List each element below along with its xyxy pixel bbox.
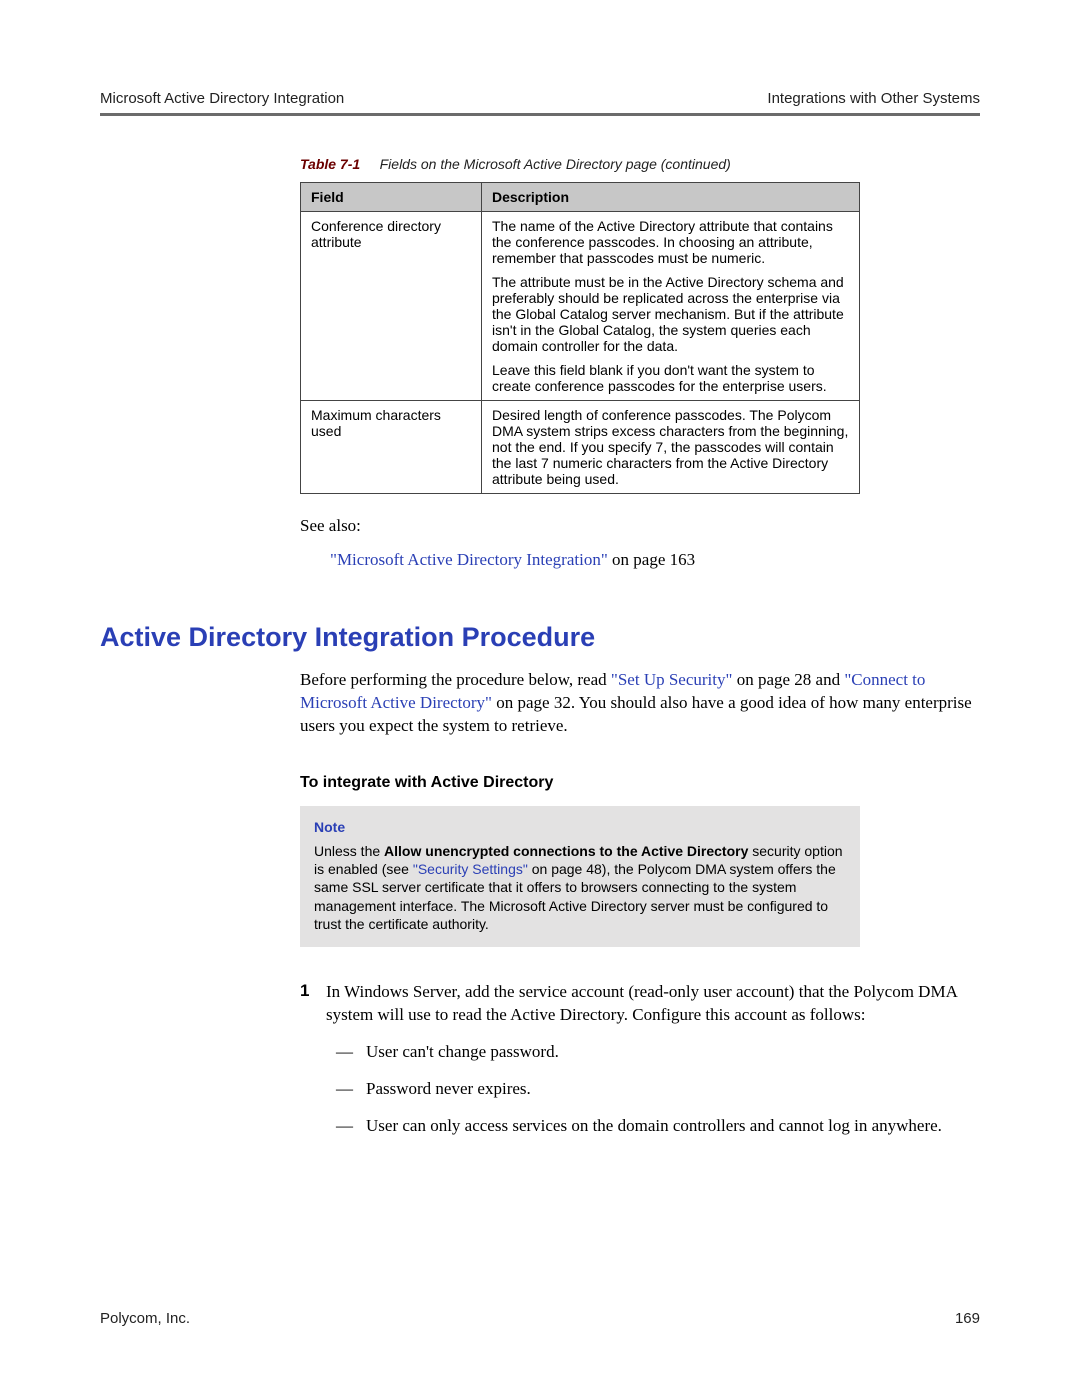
procedure-heading: To integrate with Active Directory bbox=[300, 774, 980, 792]
fields-table: Field Description Conference directory a… bbox=[300, 182, 860, 494]
page-number: 169 bbox=[955, 1310, 980, 1327]
dash-item: — User can't change password. bbox=[326, 1041, 980, 1064]
document-page: Microsoft Active Directory Integration I… bbox=[0, 0, 1080, 1397]
running-header: Microsoft Active Directory Integration I… bbox=[100, 90, 980, 107]
table-header-row: Field Description bbox=[301, 183, 860, 212]
text: Unless the bbox=[314, 843, 384, 859]
step-1: 1 In Windows Server, add the service acc… bbox=[300, 981, 980, 1152]
intro-paragraph: Before performing the procedure below, r… bbox=[300, 669, 980, 738]
table-caption-text: Fields on the Microsoft Active Directory… bbox=[380, 156, 731, 172]
th-description: Description bbox=[482, 183, 860, 212]
note-body: Unless the Allow unencrypted connections… bbox=[314, 842, 846, 933]
xref-suffix: on page 163 bbox=[608, 550, 695, 569]
cell-description: The name of the Active Directory attribu… bbox=[482, 212, 860, 401]
section-body: Before performing the procedure below, r… bbox=[300, 669, 980, 1152]
xref-link[interactable]: "Set Up Security" bbox=[611, 670, 733, 689]
header-rule bbox=[100, 113, 980, 116]
dash-text: User can only access services on the dom… bbox=[366, 1115, 942, 1138]
table-row: Maximum characters used Desired length o… bbox=[301, 401, 860, 494]
xref-link[interactable]: "Security Settings" bbox=[413, 861, 528, 877]
text: Before performing the procedure below, r… bbox=[300, 670, 611, 689]
step-number: 1 bbox=[300, 981, 326, 1152]
section-heading: Active Directory Integration Procedure bbox=[100, 622, 980, 653]
th-field: Field bbox=[301, 183, 482, 212]
note-title: Note bbox=[314, 818, 846, 836]
dash-list: — User can't change password. — Password… bbox=[326, 1041, 980, 1138]
table-row: Conference directory attribute The name … bbox=[301, 212, 860, 401]
dash-text: User can't change password. bbox=[366, 1041, 559, 1064]
cell-field: Conference directory attribute bbox=[301, 212, 482, 401]
desc-para: The name of the Active Directory attribu… bbox=[492, 218, 849, 266]
note-box: Note Unless the Allow unencrypted connec… bbox=[300, 806, 860, 947]
cell-description: Desired length of conference passcodes. … bbox=[482, 401, 860, 494]
dash-text: Password never expires. bbox=[366, 1078, 531, 1101]
header-right: Integrations with Other Systems bbox=[767, 90, 980, 107]
step-para: In Windows Server, add the service accou… bbox=[326, 981, 980, 1027]
xref-link[interactable]: "Microsoft Active Directory Integration" bbox=[330, 550, 608, 569]
xref-row: "Microsoft Active Directory Integration"… bbox=[300, 550, 980, 570]
desc-para: Desired length of conference passcodes. … bbox=[492, 407, 849, 487]
footer-left: Polycom, Inc. bbox=[100, 1310, 190, 1327]
see-also-label: See also: bbox=[300, 516, 980, 536]
header-left: Microsoft Active Directory Integration bbox=[100, 90, 344, 107]
dash-icon: — bbox=[326, 1041, 366, 1064]
text: on page 28 and bbox=[732, 670, 844, 689]
table-block: Table 7-1 Fields on the Microsoft Active… bbox=[300, 156, 980, 570]
dash-item: — User can only access services on the d… bbox=[326, 1115, 980, 1138]
desc-para: Leave this field blank if you don't want… bbox=[492, 362, 849, 394]
dash-icon: — bbox=[326, 1115, 366, 1138]
table-caption: Table 7-1 Fields on the Microsoft Active… bbox=[300, 156, 980, 172]
desc-para: The attribute must be in the Active Dire… bbox=[492, 274, 849, 354]
table-caption-label: Table 7-1 bbox=[300, 156, 360, 172]
note-bold: Allow unencrypted connections to the Act… bbox=[384, 843, 748, 859]
cell-field: Maximum characters used bbox=[301, 401, 482, 494]
dash-item: — Password never expires. bbox=[326, 1078, 980, 1101]
step-body: In Windows Server, add the service accou… bbox=[326, 981, 980, 1152]
running-footer: Polycom, Inc. 169 bbox=[100, 1310, 980, 1327]
dash-icon: — bbox=[326, 1078, 366, 1101]
